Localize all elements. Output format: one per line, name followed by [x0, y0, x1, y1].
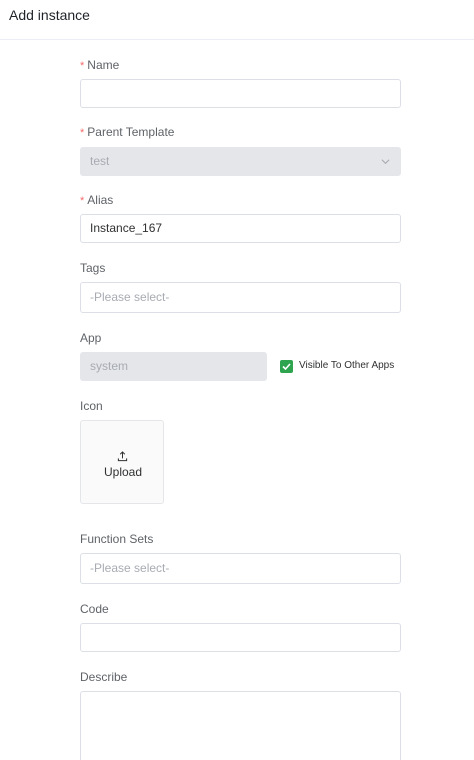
required-mark: * — [80, 60, 85, 72]
dialog-header: Add instance — [0, 0, 474, 40]
parent-template-select[interactable]: test — [80, 147, 401, 176]
app-select[interactable]: system — [80, 352, 267, 381]
alias-label: * Alias — [80, 193, 114, 207]
icon-label: Icon — [80, 399, 103, 413]
app-label: App — [80, 331, 102, 345]
code-label: Code — [80, 602, 109, 616]
name-label: * Name — [80, 58, 120, 72]
describe-textarea[interactable] — [80, 691, 401, 760]
function-sets-select[interactable]: -Please select- — [80, 553, 401, 584]
required-mark: * — [80, 127, 85, 139]
dialog-title: Add instance — [9, 7, 90, 23]
upload-icon — [117, 451, 128, 462]
tags-select[interactable]: -Please select- — [80, 282, 401, 313]
function-sets-label: Function Sets — [80, 532, 154, 546]
chevron-down-icon — [381, 159, 390, 165]
required-mark: * — [80, 195, 85, 207]
visible-to-other-apps-label[interactable]: Visible To Other Apps — [299, 360, 394, 371]
visible-to-other-apps-checkbox[interactable] — [280, 360, 293, 373]
parent-template-label: * Parent Template — [80, 125, 175, 139]
name-input[interactable] — [80, 79, 401, 108]
icon-upload-box[interactable]: Upload — [80, 420, 164, 504]
tags-label: Tags — [80, 261, 106, 275]
describe-label: Describe — [80, 670, 128, 684]
checkmark-icon — [282, 363, 291, 371]
code-input[interactable] — [80, 623, 401, 652]
upload-label: Upload — [103, 465, 143, 479]
alias-input[interactable]: Instance_167 — [80, 214, 401, 243]
